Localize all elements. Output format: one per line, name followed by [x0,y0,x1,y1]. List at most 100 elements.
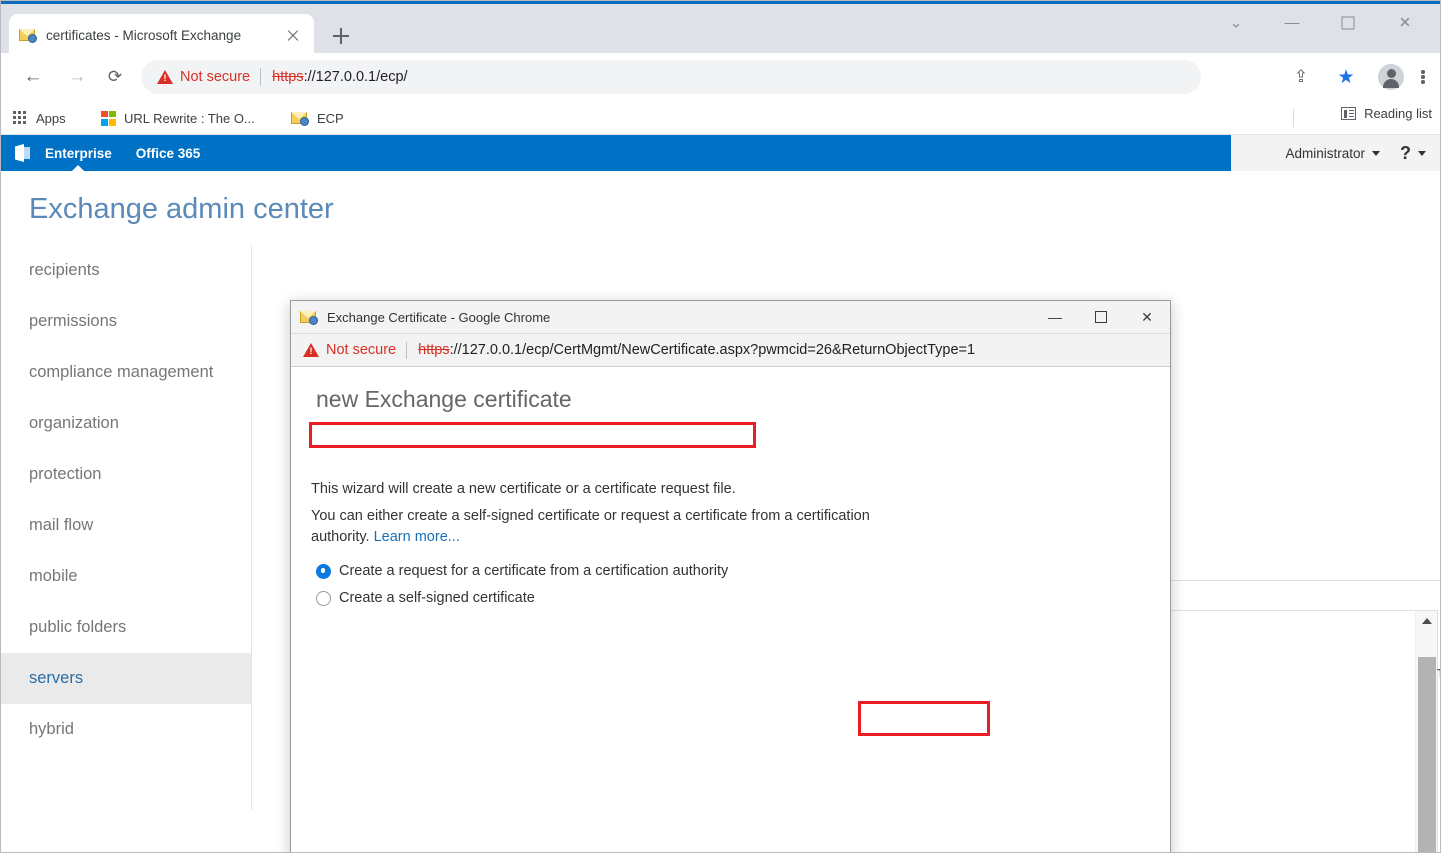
sidebar-item-protection[interactable]: protection [1,449,251,500]
suite-link-office365[interactable]: Office 365 [136,146,201,161]
profile-avatar-icon[interactable] [1375,61,1407,93]
nav-label: mobile [29,567,78,585]
avatar [1378,64,1404,90]
maximize-glyph [1341,16,1355,30]
radio-self-signed[interactable]: Create a self-signed certificate [316,586,728,610]
nav-label: recipients [29,261,100,279]
warning-triangle-icon [157,70,173,84]
apps-grid-icon [13,111,29,125]
new-certificate-wizard: new Exchange certificate This wizard wil… [292,369,1152,852]
administrator-menu[interactable]: Administrator [1285,146,1380,161]
popup-minimize-button[interactable]: — [1032,301,1078,334]
close-glyph: ✕ [1141,308,1153,325]
popup-body: new Exchange certificate This wizard wil… [291,368,1170,852]
close-icon[interactable] [282,24,304,46]
sidebar-item-public-folders[interactable]: public folders [1,602,251,653]
chevron-down-glyph: ⌄ [1229,14,1243,32]
bookmark-ecp[interactable]: ECP [291,106,344,130]
suite-link-enterprise[interactable]: Enterprise [45,146,112,161]
back-icon[interactable]: ← [17,61,49,93]
nav-label: protection [29,465,102,483]
sidebar-item-organization[interactable]: organization [1,398,251,449]
reading-list-icon [1341,107,1357,120]
radio-unselected-icon [316,590,331,606]
browser-tab-certificates[interactable]: certificates - Microsoft Exchange [9,14,314,56]
radio-create-request[interactable]: Create a request for a certificate from … [316,559,728,583]
browser-window: certificates - Microsoft Exchange ⌄ — ✕ … [0,0,1441,853]
popup-title: Exchange Certificate - Google Chrome [327,309,551,325]
sidebar-item-permissions[interactable]: permissions [1,296,251,347]
page-title: Exchange admin center [29,193,334,225]
radio-label: Create a request for a certificate from … [339,563,729,579]
sidebar-item-mail-flow[interactable]: mail flow [1,500,251,551]
left-navigation: recipients permissions compliance manage… [1,245,252,810]
administrator-label: Administrator [1285,145,1365,161]
nav-label: permissions [29,312,118,330]
warning-triangle-icon [303,343,319,357]
window-maximize-button[interactable] [1325,7,1371,39]
reading-list-button[interactable]: Reading list [1341,106,1432,121]
radio-selected-icon [316,563,331,579]
window-minimize-button[interactable]: — [1269,7,1315,39]
chevron-down-icon [1372,151,1380,157]
not-secure-label: Not secure [326,342,397,358]
scrollbar-thumb[interactable] [1418,657,1436,852]
share-icon[interactable]: ⇪ [1285,61,1317,93]
nav-label: hybrid [29,720,74,738]
bookmark-label: ECP [317,110,344,126]
exchange-certificate-popup-window: Exchange Certificate - Google Chrome — ✕… [290,300,1171,852]
url-text: ://127.0.0.1/ecp/ [303,69,408,85]
popup-title-bar[interactable]: Exchange Certificate - Google Chrome — ✕ [291,301,1170,334]
divider [1293,109,1294,127]
bookmark-label: URL Rewrite : The O... [124,110,255,126]
nav-label: servers [29,669,84,687]
url-scheme: https [418,342,450,358]
popup-address-bar[interactable]: Not secure https ://127.0.0.1/ecp/CertMg… [291,334,1170,367]
reading-list-label: Reading list [1364,106,1432,121]
bookmark-url-rewrite[interactable]: URL Rewrite : The O... [101,106,255,130]
reload-icon[interactable]: ⟳ [99,61,131,93]
wizard-heading: new Exchange certificate [316,386,572,412]
chevron-down-icon [1418,151,1426,157]
maximize-glyph [1095,311,1107,323]
new-tab-button[interactable] [327,22,355,50]
page-content: Enterprise Office 365 Administrator ? Ex… [1,135,1440,852]
address-bar[interactable]: Not secure https ://127.0.0.1/ecp/ [141,60,1201,94]
url-text: ://127.0.0.1/ecp/CertMgmt/NewCertificate… [449,342,976,358]
nav-label: organization [29,414,119,432]
browser-toolbar: ← → ⟳ Not secure https ://127.0.0.1/ecp/… [1,53,1440,101]
bookmark-star-icon[interactable]: ★ [1330,61,1362,93]
nav-label: mail flow [29,516,94,534]
sidebar-item-recipients[interactable]: recipients [1,245,251,296]
scroll-up-icon[interactable] [1416,611,1438,631]
divider [260,68,262,86]
not-secure-indicator[interactable]: Not secure [157,69,260,85]
window-close-button[interactable]: ✕ [1382,7,1428,39]
list-scrollbar[interactable] [1415,611,1437,852]
sidebar-item-servers[interactable]: servers [1,653,251,704]
help-label: ? [1400,142,1411,163]
office365-suite-bar: Enterprise Office 365 [1,135,1231,171]
help-menu[interactable]: ? [1400,143,1426,164]
bookmark-apps[interactable]: Apps [13,106,66,130]
divider [406,341,408,359]
popup-maximize-button[interactable] [1078,301,1124,334]
learn-more-link[interactable]: Learn more... [374,529,460,545]
sidebar-item-mobile[interactable]: mobile [1,551,251,602]
minimize-glyph: — [1048,309,1062,325]
not-secure-label: Not secure [180,69,251,85]
sidebar-item-compliance-management[interactable]: compliance management [1,347,251,398]
forward-icon[interactable]: → [61,61,93,93]
mail-gear-icon [291,109,309,127]
office-waffle-icon[interactable] [13,143,33,163]
nav-label: compliance management [29,363,214,381]
minimize-glyph: — [1284,14,1300,32]
chrome-menu-icon[interactable] [1407,61,1439,93]
radio-label: Create a self-signed certificate [339,590,535,606]
suite-bar-right: Administrator ? [1231,135,1440,171]
tab-strip: certificates - Microsoft Exchange ⌄ — ✕ [1,1,1440,56]
popup-close-button[interactable]: ✕ [1124,301,1170,334]
chevron-down-icon[interactable]: ⌄ [1213,7,1259,39]
sidebar-item-hybrid[interactable]: hybrid [1,704,251,755]
mail-gear-icon [300,308,318,326]
